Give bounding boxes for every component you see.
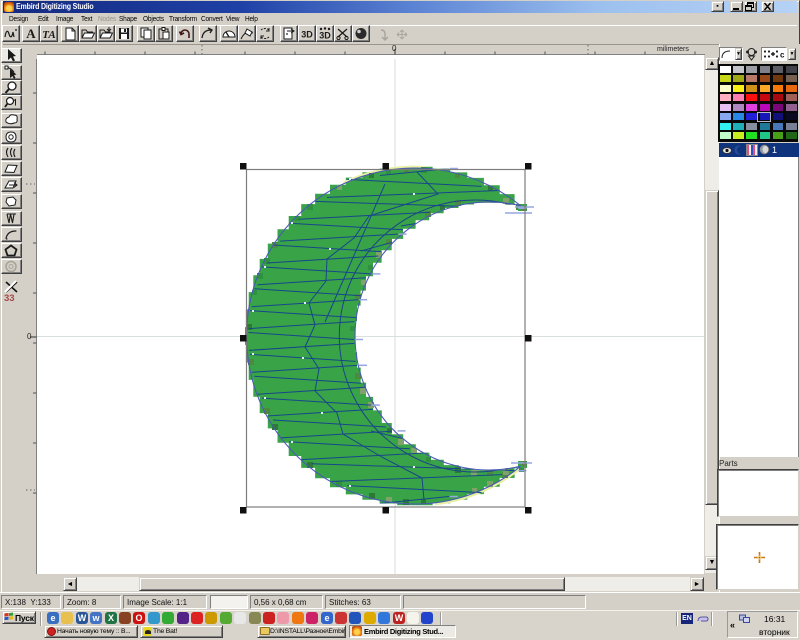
svg-text:A: A [26,26,36,41]
svg-text:3D: 3D [319,31,331,41]
svg-text:c: c [780,51,785,60]
svg-text:3D: 3D [301,30,313,40]
svg-text:TA: TA [42,29,55,41]
